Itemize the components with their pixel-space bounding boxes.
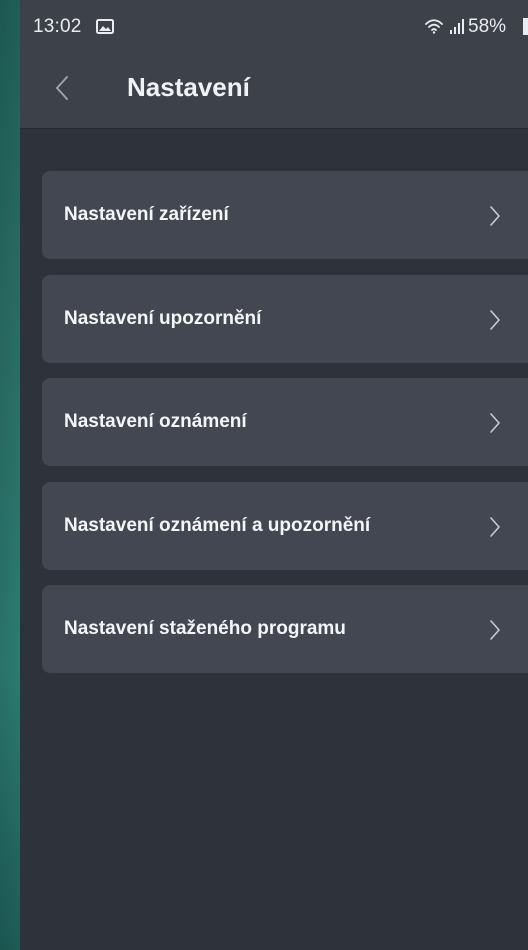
battery-icon (523, 18, 528, 35)
chevron-right-icon (490, 620, 500, 640)
app-header: 13:02 58% Nastavení (20, 0, 528, 129)
settings-item-device[interactable]: Nastavení zařízení (42, 171, 528, 259)
settings-screen: 13:02 58% Nastavení Nastavení zařízení N… (20, 0, 528, 950)
chevron-right-icon (490, 309, 500, 330)
settings-item-label: Nastavení staženého programu (64, 618, 346, 639)
settings-item-notifications[interactable]: Nastavení oznámení (42, 378, 528, 466)
signal-icon (450, 19, 464, 34)
settings-item-downloaded-program[interactable]: Nastavení staženého programu (42, 585, 528, 673)
chevron-left-icon (56, 76, 68, 100)
status-time: 13:02 (33, 16, 82, 37)
chevron-right-icon (490, 413, 500, 433)
home-screen-edge (0, 0, 22, 950)
settings-item-label: Nastavení oznámení a upozornění (64, 514, 371, 536)
wifi-icon (425, 19, 443, 34)
settings-item-label: Nastavení upozornění (64, 307, 262, 329)
back-button[interactable] (42, 66, 82, 110)
page-title: Nastavení (127, 72, 250, 102)
settings-item-label: Nastavení oznámení (64, 411, 247, 432)
gallery-icon (96, 19, 114, 34)
chevron-right-icon (490, 206, 500, 226)
settings-list: Nastavení zařízení Nastavení upozornění … (42, 171, 528, 689)
settings-item-label: Nastavení zařízení (64, 204, 229, 225)
chevron-right-icon (490, 516, 500, 537)
battery-percentage: 58% (468, 16, 507, 37)
settings-item-notifications-alerts[interactable]: Nastavení oznámení a upozornění (42, 481, 528, 570)
settings-item-alerts[interactable]: Nastavení upozornění (42, 274, 528, 363)
status-bar: 13:02 58% (20, 0, 528, 56)
